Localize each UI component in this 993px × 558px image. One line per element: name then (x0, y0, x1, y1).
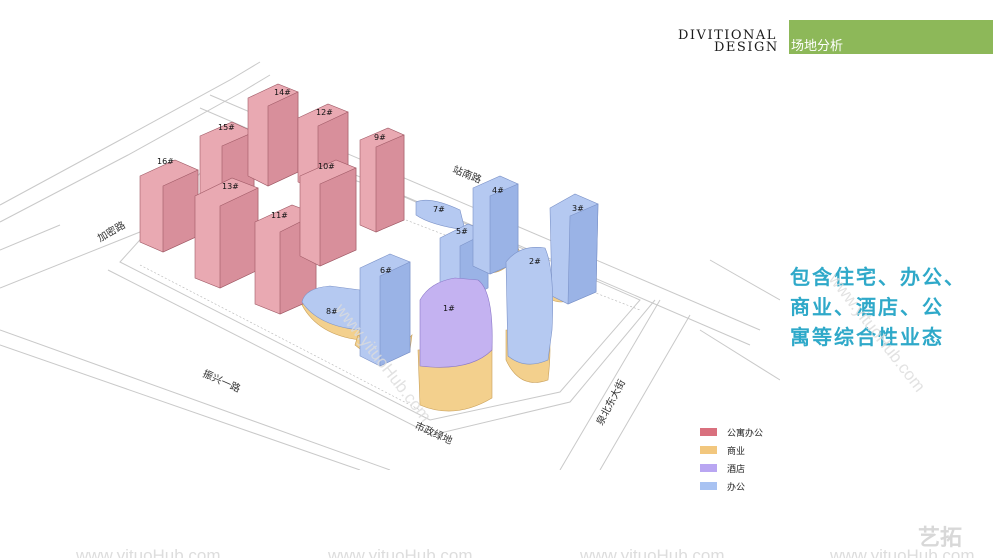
road-label-zhannan: 站南路 (451, 163, 484, 186)
section-title: 场地分析 (791, 39, 844, 54)
legend-swatch-apartment (700, 428, 717, 436)
tower-7: 7# (415, 199, 466, 231)
caption-line-1: 包含住宅、办公、 (790, 265, 966, 289)
road-edge (0, 329, 391, 470)
tower-3: 3# (549, 193, 599, 305)
legend-label-office: 办公 (727, 482, 746, 493)
hotel-tower: 1# (419, 277, 493, 368)
legend-item-hotel: 酒店 (700, 459, 763, 477)
brand-line-2: DESIGN (714, 40, 779, 55)
legend-swatch-hotel (700, 464, 717, 472)
building-label-11: 11# (271, 211, 288, 220)
legend-swatch-office (700, 482, 717, 490)
tower-2: 2# (505, 247, 553, 365)
building-label-7: 7# (433, 205, 445, 214)
road-edge (0, 227, 151, 289)
building-label-12: 12# (316, 108, 333, 117)
building-label-3: 3# (572, 204, 584, 213)
building-label-13: 13# (222, 182, 239, 191)
tower-14: 14# (247, 83, 299, 187)
legend-label-hotel: 酒店 (727, 464, 746, 475)
tower-10: 10# (299, 159, 357, 267)
watermark-bottom-3: www.yituoHub.com (580, 546, 725, 558)
tower-13: 13# (194, 177, 259, 289)
legend-swatch-commercial (700, 446, 717, 454)
legend-item-apartment: 公寓办公 (700, 423, 763, 441)
building-label-14: 14# (274, 88, 291, 97)
road-label-jiaxin: 加密路 (95, 218, 127, 244)
road-edge (699, 329, 780, 381)
caption-line-2: 商业、酒店、公 (790, 295, 944, 319)
building-label-15: 15# (218, 123, 235, 132)
watermark-bottom-strip: www.yituoHub.com www.yituoHub.com www.yi… (0, 544, 993, 558)
building-label-10: 10# (318, 162, 335, 171)
legend-label-apartment: 公寓办公 (727, 428, 764, 439)
building-label-2: 2# (529, 257, 541, 266)
road-label-zhenxing: 振兴一路 (201, 367, 243, 395)
watermark-bottom-1: www.yituoHub.com (76, 546, 221, 558)
road-edge (0, 344, 361, 470)
tower-16: 16# (139, 157, 199, 253)
brand-logo: DIVITIONAL DESIGN (678, 29, 790, 55)
building-label-1: 1# (443, 304, 455, 313)
legend-label-commercial: 商业 (727, 446, 746, 457)
road-edge (0, 224, 61, 251)
road-edge (559, 299, 661, 470)
legend-item-office: 办公 (700, 477, 763, 495)
tower-9: 9# (359, 127, 405, 233)
legend: 公寓办公 商业 酒店 办公 (700, 423, 763, 495)
legend-item-commercial: 商业 (700, 441, 763, 459)
watermark-bottom-2: www.yituoHub.com (328, 546, 473, 558)
road-edge (709, 259, 780, 301)
building-label-6: 6# (380, 266, 392, 275)
building-label-16: 16# (157, 157, 174, 166)
building-label-9: 9# (374, 133, 386, 142)
building-label-4: 4# (492, 186, 504, 195)
site-plan-diagram: 加密路 站南路 振兴一路 泉北东大街 市政绿地 16# 15# 14# 13# … (0, 61, 780, 470)
section-title-bar: 场地分析 (789, 20, 993, 54)
watermark-corner-logo: 艺拓 (918, 526, 963, 551)
building-label-5: 5# (456, 227, 468, 236)
